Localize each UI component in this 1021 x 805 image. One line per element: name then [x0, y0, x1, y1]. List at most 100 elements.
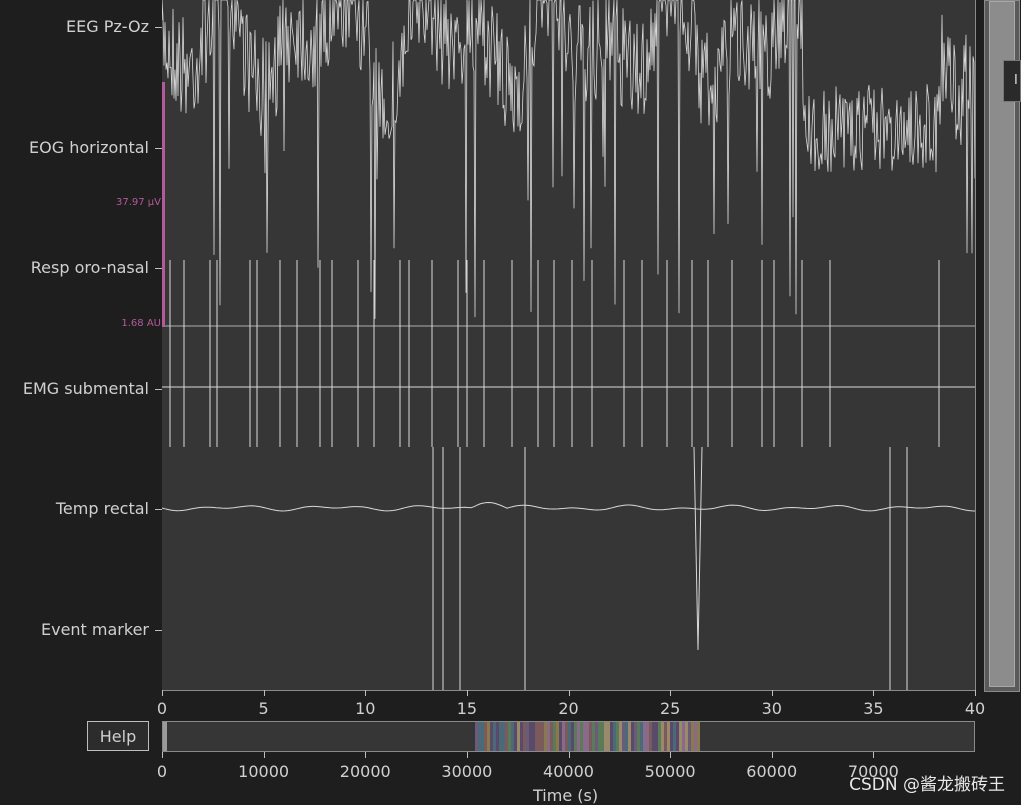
channel-label-emg[interactable]: EMG submental	[23, 380, 149, 398]
xaxis-label: Time (s)	[533, 786, 599, 805]
time-tick-label: 20	[558, 699, 579, 718]
time-tick-label: 30	[761, 699, 782, 718]
tooltip: I	[1003, 60, 1021, 102]
overview-stripe	[541, 722, 544, 751]
overview-stripe	[544, 722, 547, 751]
watermark: CSDN @酱龙搬砖王	[849, 775, 1005, 795]
overview-stripe	[679, 722, 682, 751]
overview-stripe	[685, 722, 688, 751]
overview-stripe	[562, 722, 565, 751]
overview-stripe	[484, 722, 487, 751]
time-tick-label: 10	[355, 699, 376, 718]
channel-scrollbar[interactable]	[984, 0, 1020, 692]
eog-scale-label: 37.97 µV	[115, 197, 161, 208]
overview-stripe	[502, 722, 505, 751]
overview-stripe	[607, 722, 610, 751]
time-tick	[670, 690, 672, 696]
overview-stripe	[574, 722, 577, 751]
overview-stripe	[487, 722, 490, 751]
overview-stripe	[538, 722, 541, 751]
channel-tick	[155, 148, 162, 149]
overview-stripe	[532, 722, 535, 751]
time-tick-label: 0	[156, 699, 168, 718]
time-tick	[365, 690, 367, 696]
overview-stripe	[547, 722, 550, 751]
time-tick	[975, 690, 976, 696]
overview-stripe	[655, 722, 658, 751]
overview-bar[interactable]	[162, 721, 975, 752]
channel-label-eeg[interactable]: EEG Pz-Oz	[66, 18, 149, 36]
overview-stripe	[583, 722, 586, 751]
signal-traces	[162, 0, 975, 690]
overview-tick	[263, 752, 265, 758]
resp-scale-label: 1.68 AU	[121, 318, 161, 329]
channel-scroll-thumb[interactable]	[989, 1, 1015, 687]
overview-stripe	[499, 722, 502, 751]
overview-stripe	[553, 722, 556, 751]
overview-stripe	[526, 722, 529, 751]
time-tick-label: 15	[456, 699, 478, 718]
overview-stripe	[535, 722, 538, 751]
overview-tick-label: 0	[156, 762, 168, 781]
overview-stripe	[478, 722, 481, 751]
overview-tick	[162, 752, 163, 758]
overview-stripe	[589, 722, 592, 751]
overview-stripe	[496, 722, 499, 751]
overview-tick-label: 10000	[238, 762, 290, 781]
overview-stripe	[475, 722, 478, 751]
overview-stripe	[631, 722, 634, 751]
overview-tick-label: 20000	[339, 762, 391, 781]
overview-stripe	[694, 722, 697, 751]
time-tick-label: 5	[258, 699, 269, 718]
overview-stripe	[559, 722, 562, 751]
overview-stripe	[640, 722, 643, 751]
time-tick	[568, 690, 570, 696]
overview-stripe	[682, 722, 685, 751]
overview-stripe	[568, 722, 571, 751]
time-tick	[873, 690, 875, 696]
overview-stripe	[616, 722, 619, 751]
overview-stripe	[658, 722, 661, 751]
time-tick-label: 40	[964, 699, 986, 718]
channel-label-event[interactable]: Event marker	[41, 621, 149, 639]
time-tick-label: 35	[863, 699, 884, 718]
eeg-eog-trace	[162, 0, 975, 319]
channel-label-temp[interactable]: Temp rectal	[56, 500, 149, 518]
overview-window[interactable]	[163, 722, 167, 752]
overview-annotations	[163, 722, 700, 752]
overview-tick	[365, 752, 367, 758]
time-tick	[263, 690, 265, 696]
overview-tick	[771, 752, 773, 758]
overview-stripe	[676, 722, 679, 751]
event-dip	[693, 446, 703, 651]
overview-stripe	[661, 722, 664, 751]
overview-tick-label: 40000	[543, 762, 594, 781]
channel-label-eog[interactable]: EOG horizontal	[29, 139, 149, 157]
overview-tick-label: 50000	[644, 762, 696, 781]
channel-tick	[155, 509, 162, 510]
overview-tick-label: 60000	[746, 762, 798, 781]
time-tick-label: 25	[659, 699, 681, 718]
overview-tick	[466, 752, 468, 758]
overview-stripe	[514, 722, 517, 751]
overview-stripe	[595, 722, 598, 751]
overview-stripe	[571, 722, 574, 751]
overview-stripe	[529, 722, 532, 751]
overview-stripe	[520, 722, 523, 751]
overview-stripe	[697, 722, 700, 751]
overview-stripe	[505, 722, 508, 751]
channel-label-resp[interactable]: Resp oro-nasal	[31, 259, 149, 277]
channel-tick	[155, 268, 162, 269]
overview-stripe	[481, 722, 484, 751]
overview-stripe	[622, 722, 625, 751]
overview-stripe	[649, 722, 652, 751]
overview-stripe	[601, 722, 604, 751]
overview-stripe	[646, 722, 649, 751]
help-button[interactable]: Help	[87, 721, 149, 751]
overview-stripe	[628, 722, 631, 751]
overview-stripe	[619, 722, 622, 751]
overview-tick	[670, 752, 672, 758]
time-tick	[162, 690, 163, 696]
overview-stripe	[490, 722, 493, 751]
overview-stripe	[613, 722, 616, 751]
